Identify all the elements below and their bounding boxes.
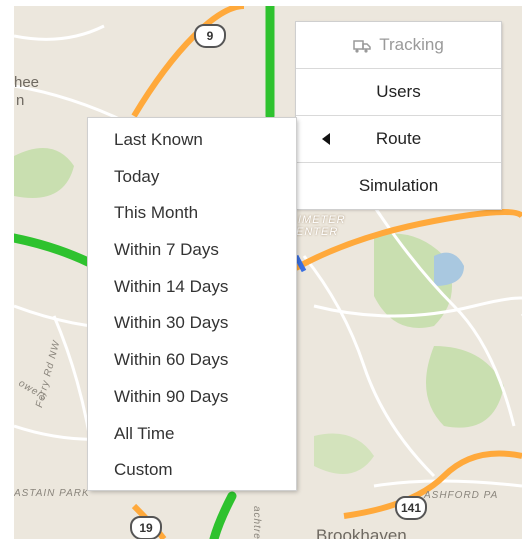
map-label-town-2: n (16, 92, 25, 109)
map-label-center: ENTER (296, 226, 339, 238)
menu-item-simulation[interactable]: Simulation (296, 163, 501, 209)
submenu-item-30-days[interactable]: Within 30 Days (88, 305, 296, 342)
submenu-item-this-month[interactable]: This Month (88, 195, 296, 232)
submenu-item-all-time[interactable]: All Time (88, 416, 296, 453)
truck-icon (353, 38, 371, 53)
route-141-shield-icon: 141 (395, 496, 427, 520)
nav-menu: Tracking Users Route Simulation (296, 22, 501, 209)
submenu-item-custom[interactable]: Custom (88, 452, 296, 489)
menu-item-route-label: Route (375, 129, 422, 148)
menu-item-tracking[interactable]: Tracking (296, 22, 501, 69)
menu-item-users-label: Users (376, 82, 421, 101)
submenu-item-7-days[interactable]: Within 7 Days (88, 232, 296, 269)
menu-item-tracking-label: Tracking (379, 35, 444, 54)
route-submenu: Last Known Today This Month Within 7 Day… (88, 118, 296, 490)
map-label-bastain: ASTAIN PARK (14, 488, 90, 499)
route-19-shield-icon: 19 (130, 516, 162, 539)
submenu-item-14-days[interactable]: Within 14 Days (88, 269, 296, 306)
menu-item-users[interactable]: Users (296, 69, 501, 116)
screen: hee n IMETER ENTER Ferry Rd NW owers AST… (0, 0, 530, 543)
submenu-item-today[interactable]: Today (88, 159, 296, 196)
menu-item-simulation-label: Simulation (358, 176, 439, 195)
map-label-peachtree: achtree (251, 506, 262, 539)
chevron-left-icon (322, 133, 330, 145)
route-9-shield-icon: 9 (194, 24, 226, 48)
menu-item-route[interactable]: Route (296, 116, 501, 163)
submenu-item-90-days[interactable]: Within 90 Days (88, 379, 296, 416)
map-label-perimeter: IMETER (298, 214, 346, 226)
submenu-item-last-known[interactable]: Last Known (88, 122, 296, 159)
map-label-ashford: ASHFORD PA (424, 490, 499, 501)
map-label-brookhaven: Brookhaven (316, 526, 407, 539)
submenu-item-60-days[interactable]: Within 60 Days (88, 342, 296, 379)
map-label-town: hee (14, 74, 40, 91)
